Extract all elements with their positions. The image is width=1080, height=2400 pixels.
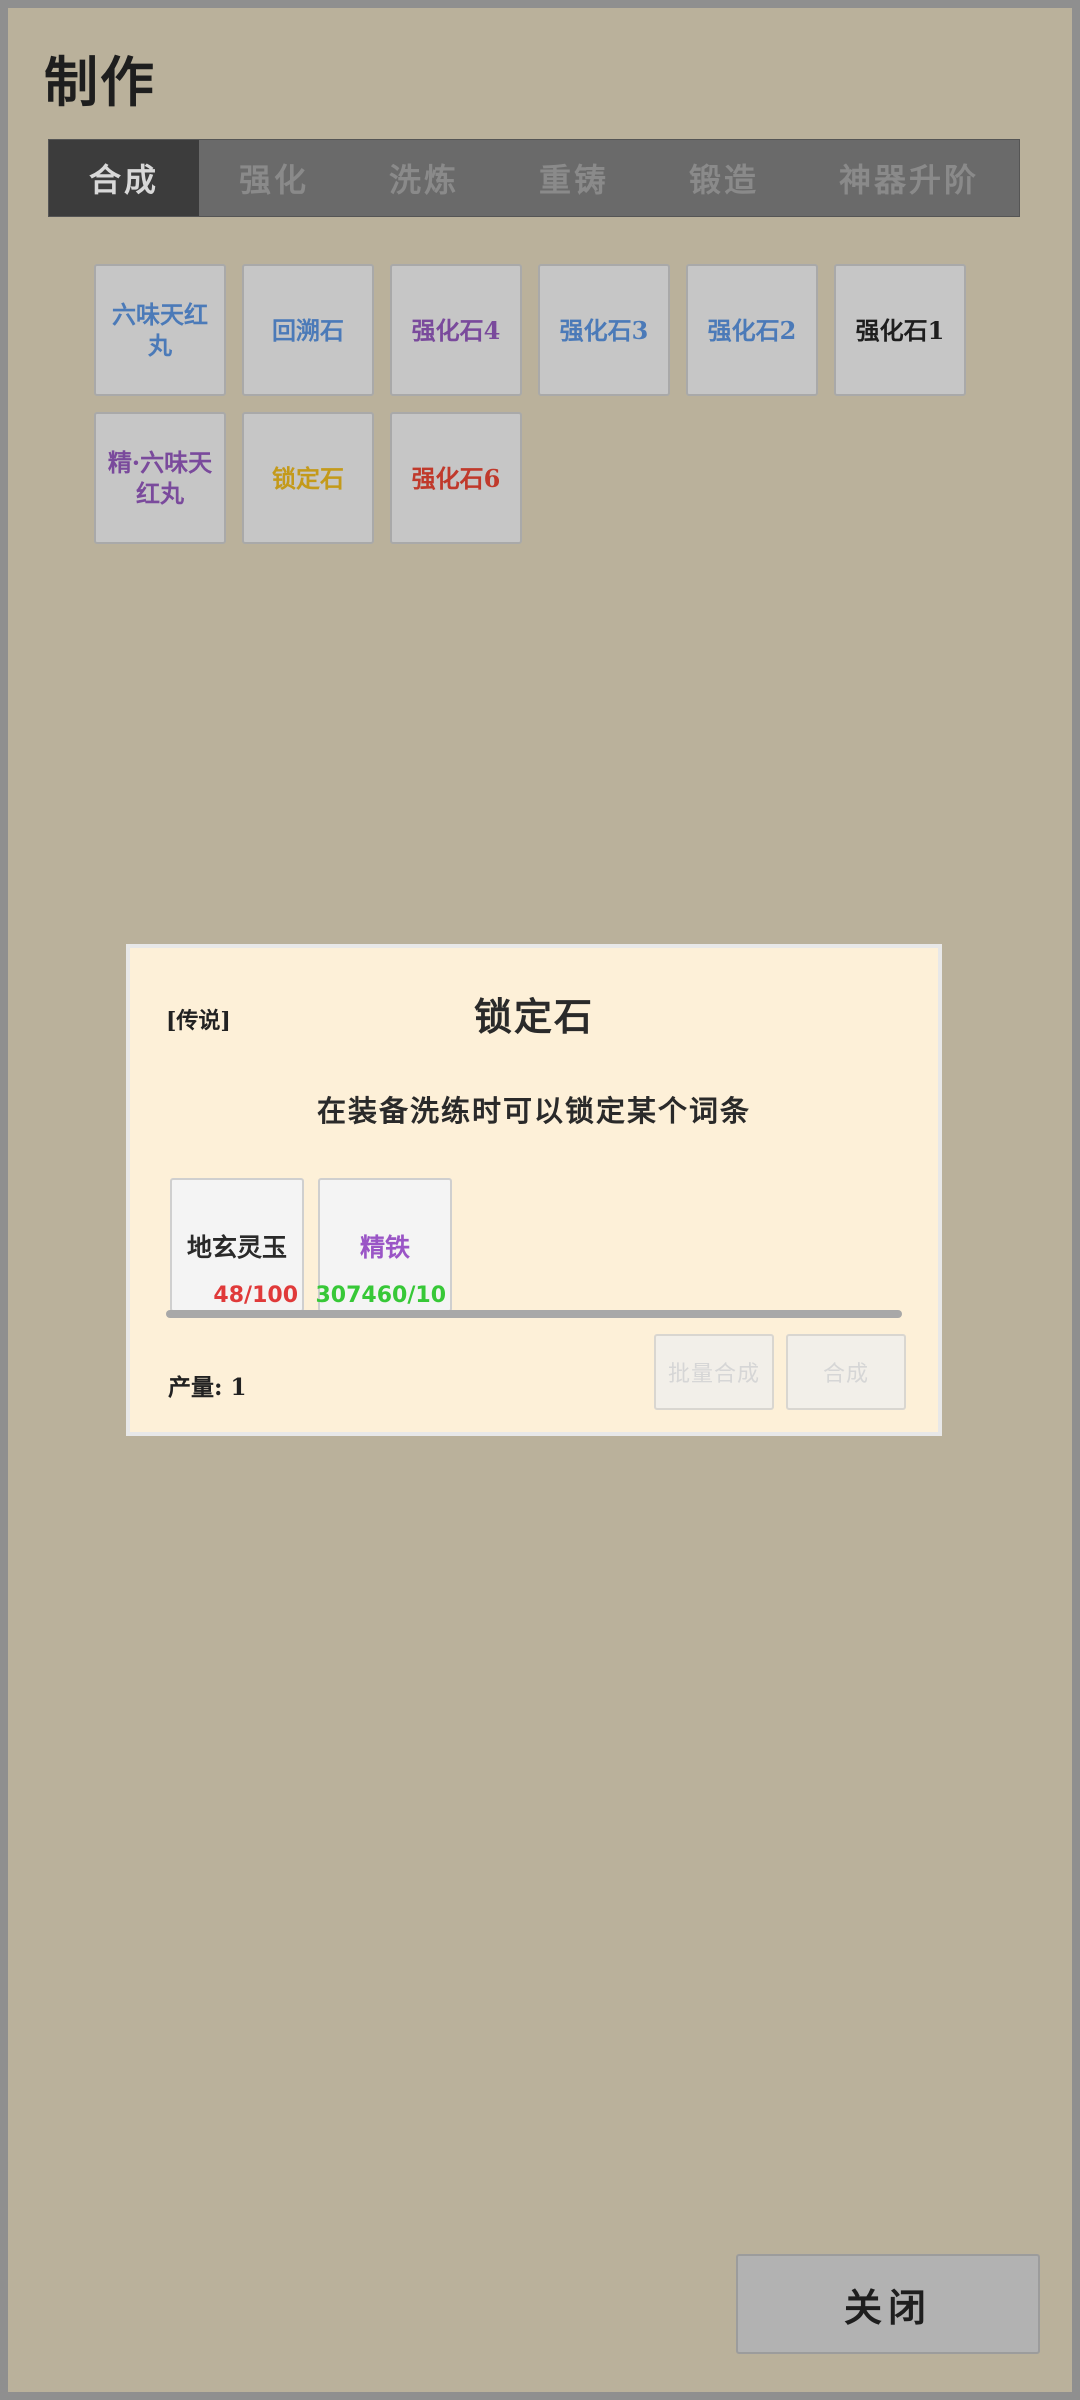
material-count: 307460/10 [315, 1283, 447, 1308]
item-description: 在装备洗练时可以锁定某个词条 [316, 1094, 751, 1128]
batch-craft-button[interactable]: 批量合成 [654, 1334, 774, 1410]
tab-reforge[interactable]: 重铸 [499, 140, 649, 216]
recipe-item[interactable]: 强化石2 [686, 264, 818, 396]
tab-artifact-upgrade[interactable]: 神器升阶 [799, 140, 1019, 216]
recipe-grid: 六味天红丸 回溯石 强化石4 强化石3 强化石2 强化石1 精·六味天红丸 锁定… [94, 264, 994, 544]
craft-button[interactable]: 合成 [786, 1334, 906, 1410]
recipe-item[interactable]: 回溯石 [242, 264, 374, 396]
close-button[interactable]: 关闭 [736, 2254, 1040, 2354]
tab-bar: 合成 强化 洗炼 重铸 锻造 神器升阶 [48, 139, 1020, 217]
recipe-item[interactable]: 精·六味天红丸 [94, 412, 226, 544]
recipe-item[interactable]: 强化石3 [538, 264, 670, 396]
craft-progress-bar [166, 1310, 902, 1318]
tab-enhance[interactable]: 强化 [199, 140, 349, 216]
material-name: 地玄灵玉 [186, 1233, 287, 1262]
material-list: 地玄灵玉 48/100 精铁 307460/10 [170, 1178, 452, 1312]
page-title: 制作 [44, 50, 156, 114]
material-count: 48/100 [213, 1283, 298, 1308]
craft-progress-fill [166, 1310, 902, 1318]
tab-forge[interactable]: 锻造 [649, 140, 799, 216]
tab-synthesis[interactable]: 合成 [49, 140, 199, 216]
recipe-item[interactable]: 锁定石 [242, 412, 374, 544]
recipe-item[interactable]: 强化石4 [390, 264, 522, 396]
yield-label: 产量: 1 [168, 1374, 247, 1401]
recipe-item[interactable]: 六味天红丸 [94, 264, 226, 396]
item-detail-dialog: [传说] 锁定石 在装备洗练时可以锁定某个词条 地玄灵玉 48/100 精铁 3… [126, 944, 942, 1436]
item-title: 锁定石 [473, 994, 594, 1039]
material-slot[interactable]: 精铁 307460/10 [315, 1178, 452, 1312]
recipe-item[interactable]: 强化石6 [390, 412, 522, 544]
material-slot[interactable]: 地玄灵玉 48/100 [170, 1178, 304, 1312]
tab-refine[interactable]: 洗炼 [349, 140, 499, 216]
material-name: 精铁 [359, 1233, 410, 1262]
recipe-item[interactable]: 强化石1 [834, 264, 966, 396]
